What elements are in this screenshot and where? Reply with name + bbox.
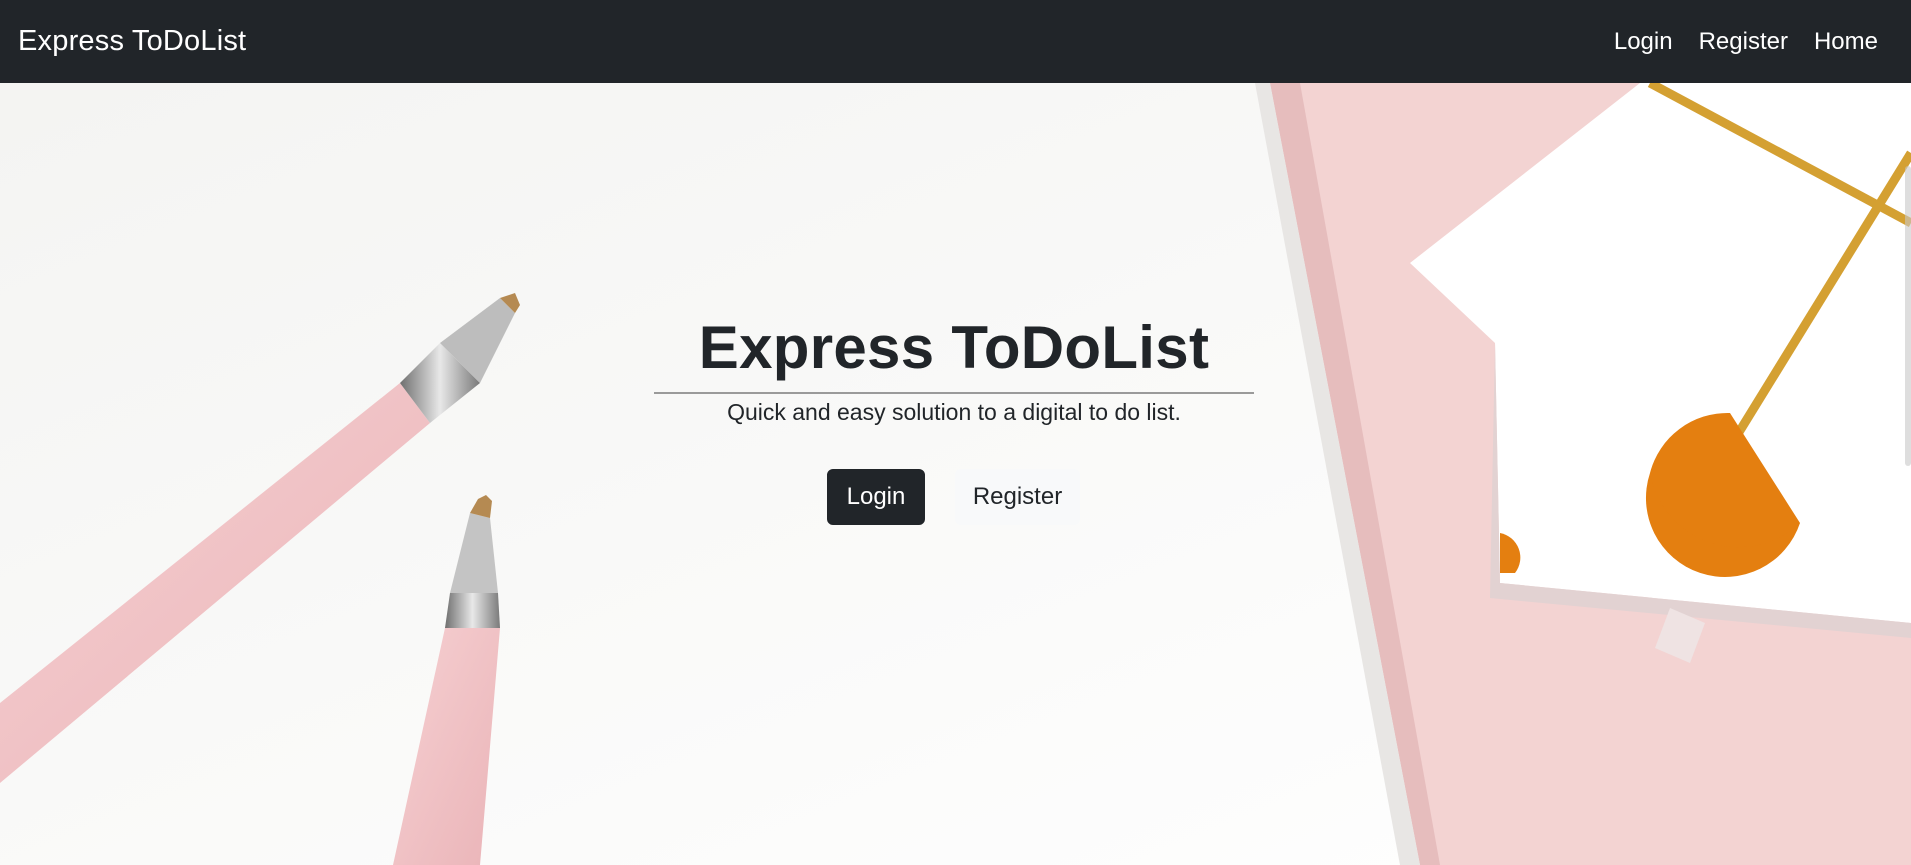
page-scrollbar[interactable] xyxy=(1905,166,1911,466)
login-button[interactable]: Login xyxy=(827,469,925,525)
hero-title: Express ToDoList xyxy=(698,314,1210,381)
register-button[interactable]: Register xyxy=(955,469,1080,525)
nav-link-register[interactable]: Register xyxy=(1699,28,1788,56)
top-navbar: Express ToDoList Login Register Home xyxy=(0,0,1911,83)
nav-link-login[interactable]: Login xyxy=(1614,28,1673,56)
hero-subtitle: Quick and easy solution to a digital to … xyxy=(727,399,1181,425)
hero-section: Express ToDoList Quick and easy solution… xyxy=(0,83,1911,865)
hero-content: Express ToDoList Quick and easy solution… xyxy=(0,83,1911,865)
nav-link-home[interactable]: Home xyxy=(1814,28,1878,56)
nav-links: Login Register Home xyxy=(1614,28,1878,56)
brand-link[interactable]: Express ToDoList xyxy=(18,25,246,58)
hero-divider xyxy=(654,392,1254,394)
